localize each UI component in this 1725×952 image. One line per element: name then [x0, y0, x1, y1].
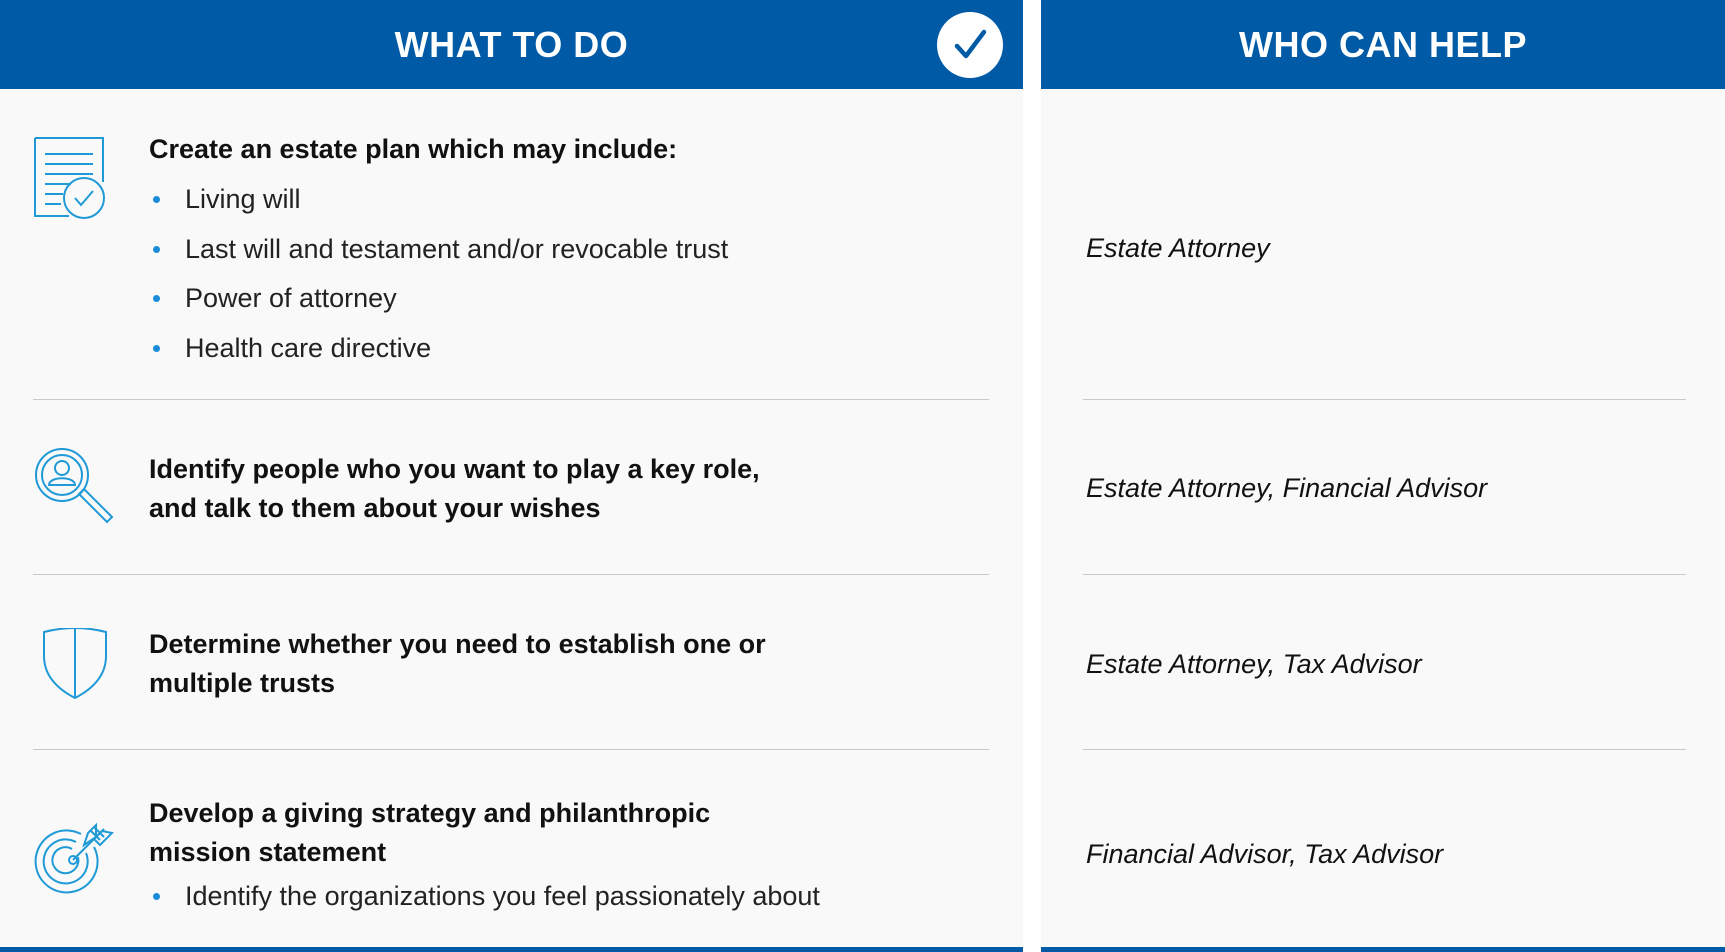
task-title-line: and talk to them about your wishes: [149, 493, 601, 523]
helper-trusts: Estate Attorney, Tax Advisor: [1086, 649, 1422, 679]
list-item: Living will: [149, 180, 728, 230]
what-to-do-header: WHAT TO DO: [0, 0, 1023, 89]
list-item: Last will and testament and/or revocable…: [149, 230, 728, 280]
task-title-line: mission statement: [149, 837, 387, 867]
row-divider: [33, 749, 989, 750]
estate-plan-bullet-list: Living will Last will and testament and/…: [149, 180, 728, 378]
row-divider: [1083, 574, 1686, 575]
helper-identify-people: Estate Attorney, Financial Advisor: [1086, 473, 1488, 503]
shield-icon: [42, 627, 108, 705]
task-title-line: multiple trusts: [149, 668, 336, 698]
task-title-estate-plan: Create an estate plan which may include:: [149, 134, 678, 164]
who-can-help-column: WHO CAN HELP Estate Attorney Estate Atto…: [1041, 0, 1725, 952]
target-arrow-icon: [34, 815, 115, 900]
document-check-icon: [33, 136, 109, 225]
list-item: Power of attorney: [149, 279, 728, 329]
list-item: Health care directive: [149, 329, 728, 379]
row-divider: [1083, 399, 1686, 400]
row-divider: [1083, 749, 1686, 750]
task-title-identify-people: Identify people who you want to play a k…: [149, 450, 760, 528]
footer-bar: [0, 947, 1023, 952]
row-divider: [33, 574, 989, 575]
who-can-help-header: WHO CAN HELP: [1041, 0, 1725, 89]
checkmark-icon: [937, 12, 1003, 78]
helper-estate-plan: Estate Attorney: [1086, 233, 1270, 263]
task-title-trusts: Determine whether you need to establish …: [149, 625, 766, 703]
task-title-line: Develop a giving strategy and philanthro…: [149, 798, 711, 828]
task-title-line: Determine whether you need to establish …: [149, 629, 766, 659]
what-to-do-header-label: WHAT TO DO: [394, 23, 629, 65]
who-can-help-header-label: WHO CAN HELP: [1239, 23, 1527, 65]
task-title-line: Identify people who you want to play a k…: [149, 454, 760, 484]
footer-bar: [1041, 947, 1725, 952]
helper-giving-strategy: Financial Advisor, Tax Advisor: [1086, 839, 1444, 869]
person-search-icon: [34, 447, 114, 532]
task-title-giving-strategy: Develop a giving strategy and philanthro…: [149, 794, 710, 872]
list-item: Identify the organizations you feel pass…: [149, 877, 820, 927]
giving-strategy-bullet-list: Identify the organizations you feel pass…: [149, 877, 820, 927]
what-to-do-column: WHAT TO DO Create an estate plan which m…: [0, 0, 1023, 952]
row-divider: [33, 399, 989, 400]
